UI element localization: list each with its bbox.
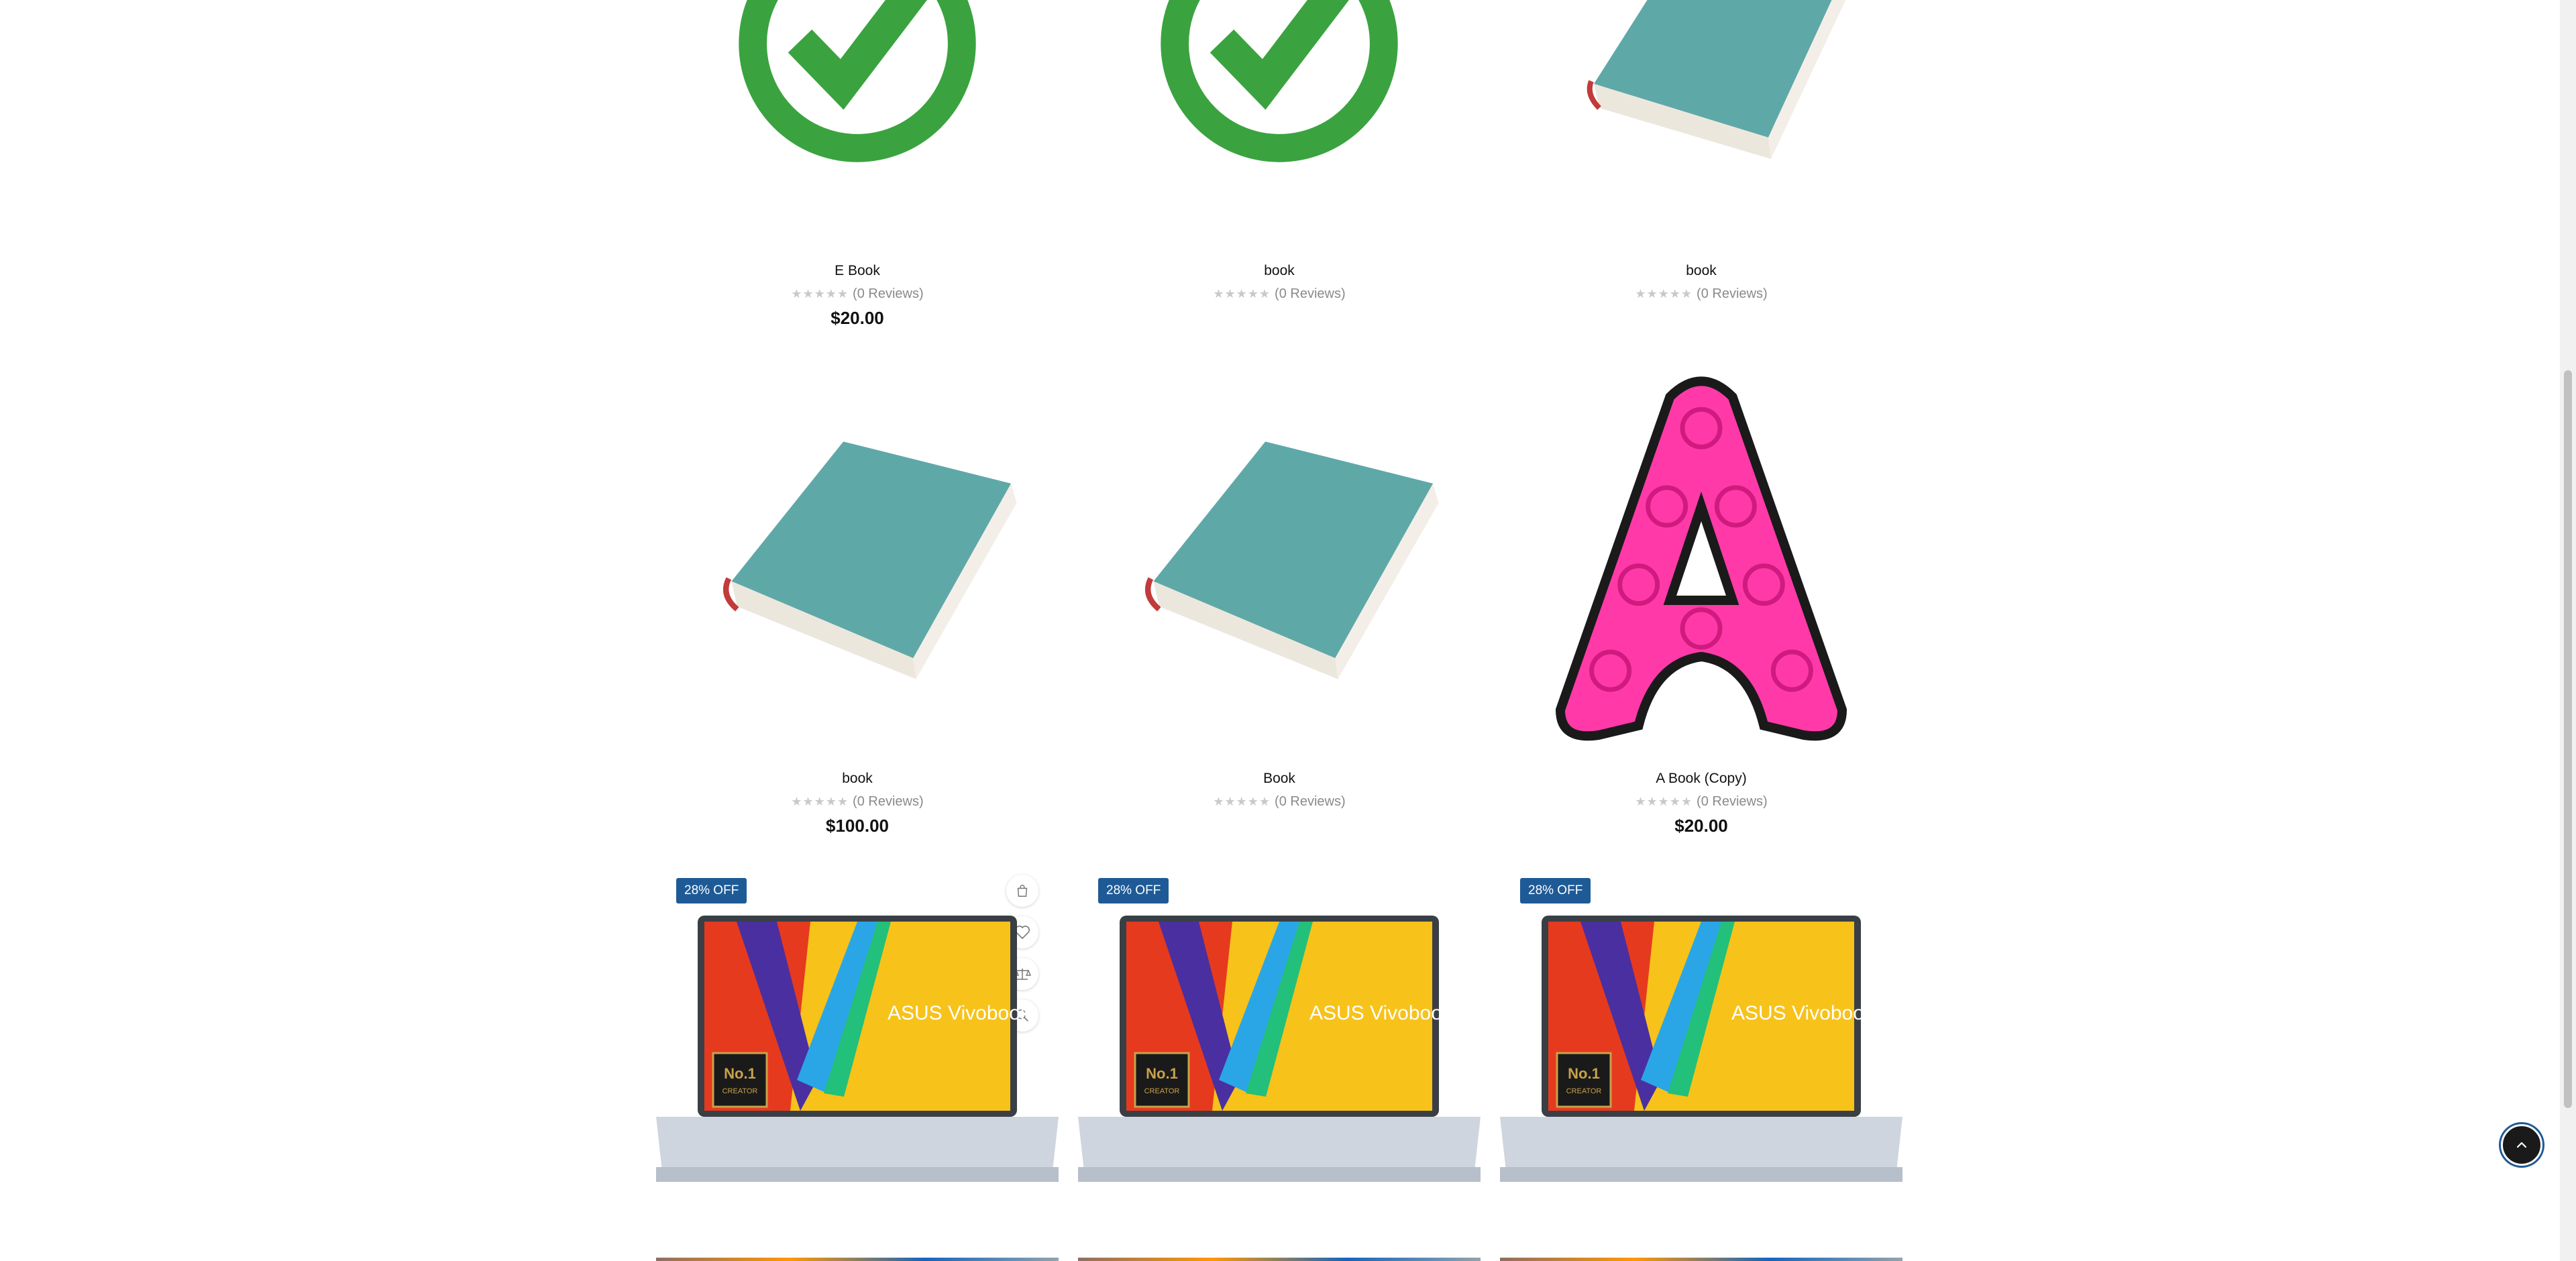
product-price: $100.00 (826, 816, 889, 836)
product-rating: ★★★★★ (0 Reviews) (656, 285, 1059, 303)
next-product-image-edge (1500, 1258, 1902, 1261)
laptop-brand-text: ASUS Vivobook (888, 1002, 1031, 1024)
product-info: book ★★★★★ (0 Reviews) $100.00 (656, 770, 1059, 836)
product-rating: ★★★★★ (0 Reviews) (1500, 285, 1902, 303)
star-rating-icon: ★★★★★ (1213, 287, 1271, 300)
product-title[interactable]: book (656, 770, 1059, 787)
book-icon (723, 441, 1017, 679)
star-rating-icon: ★★★★★ (791, 795, 849, 808)
product-info: Book ★★★★★ (0 Reviews) (1078, 770, 1481, 810)
star-rating-icon: ★★★★★ (1635, 795, 1693, 808)
product-info: book ★★★★★ (0 Reviews) (1500, 262, 1902, 303)
award-subtext: CREATOR (1566, 1087, 1602, 1095)
product-title[interactable]: E Book (656, 262, 1059, 280)
laptop-image[interactable]: ASUS Vivobook No.1 CREATOR (1078, 912, 1481, 1182)
discount-badge: 28% OFF (1520, 878, 1591, 903)
review-count: (0 Reviews) (1697, 794, 1768, 809)
discount-badge: 28% OFF (1098, 878, 1169, 903)
product-info: book ★★★★★ (0 Reviews) (1078, 262, 1481, 303)
book-icon (1587, 0, 1846, 159)
discount-badge: 28% OFF (676, 878, 747, 903)
next-product-image-edge (1078, 1258, 1481, 1261)
letter-a-icon (1555, 376, 1847, 741)
add-to-cart-button[interactable] (1006, 875, 1038, 907)
award-text: No.1 (1568, 1065, 1600, 1082)
product-image[interactable] (1078, 0, 1481, 241)
review-count: (0 Reviews) (853, 286, 924, 301)
product-title[interactable]: book (1078, 262, 1481, 280)
product-image[interactable] (1500, 0, 1902, 241)
award-subtext: CREATOR (1144, 1087, 1180, 1095)
award-subtext: CREATOR (722, 1087, 758, 1095)
product-rating: ★★★★★ (0 Reviews) (1078, 793, 1481, 810)
product-price: $20.00 (830, 308, 884, 328)
laptop-brand-text: ASUS Vivobook (1309, 1002, 1453, 1024)
chevron-up-icon (2516, 1142, 2527, 1148)
shopping-bag-icon (1017, 885, 1028, 897)
product-title[interactable]: Book (1078, 770, 1481, 787)
star-rating-icon: ★★★★★ (791, 287, 849, 300)
product-info: A Book (Copy) ★★★★★ (0 Reviews) $20.00 (1500, 770, 1902, 836)
product-title[interactable]: book (1500, 262, 1902, 280)
product-title[interactable]: A Book (Copy) (1500, 770, 1902, 787)
review-count: (0 Reviews) (853, 794, 924, 809)
star-rating-icon: ★★★★★ (1635, 287, 1693, 300)
checkmark-circle-icon (1161, 0, 1398, 162)
product-image[interactable] (656, 355, 1059, 751)
product-info: E Book ★★★★★ (0 Reviews) $20.00 (656, 262, 1059, 328)
product-image[interactable] (1500, 355, 1902, 751)
award-text: No.1 (1146, 1065, 1178, 1082)
product-image[interactable] (656, 0, 1059, 241)
product-price: $20.00 (1674, 816, 1728, 836)
scrollbar-thumb[interactable] (2564, 370, 2572, 1108)
laptop-image[interactable]: ASUS Vivobook No.1 CREATOR (1500, 912, 1902, 1182)
product-rating: ★★★★★ (0 Reviews) (1078, 285, 1481, 303)
laptop-brand-text: ASUS Vivobook (1731, 1002, 1875, 1024)
review-count: (0 Reviews) (1275, 794, 1346, 809)
review-count: (0 Reviews) (1697, 286, 1768, 301)
product-image[interactable] (1078, 355, 1481, 751)
laptop-image[interactable]: ASUS Vivobook No.1 CREATOR (656, 912, 1059, 1182)
book-icon (1145, 441, 1439, 679)
product-rating: ★★★★★ (0 Reviews) (1500, 793, 1902, 810)
next-product-image-edge (656, 1258, 1059, 1261)
checkmark-circle-icon (739, 0, 976, 162)
review-count: (0 Reviews) (1275, 286, 1346, 301)
vertical-scrollbar[interactable] (2560, 0, 2576, 1261)
back-to-top-button[interactable] (2501, 1124, 2542, 1166)
star-rating-icon: ★★★★★ (1213, 795, 1271, 808)
product-rating: ★★★★★ (0 Reviews) (656, 793, 1059, 810)
award-text: No.1 (724, 1065, 756, 1082)
